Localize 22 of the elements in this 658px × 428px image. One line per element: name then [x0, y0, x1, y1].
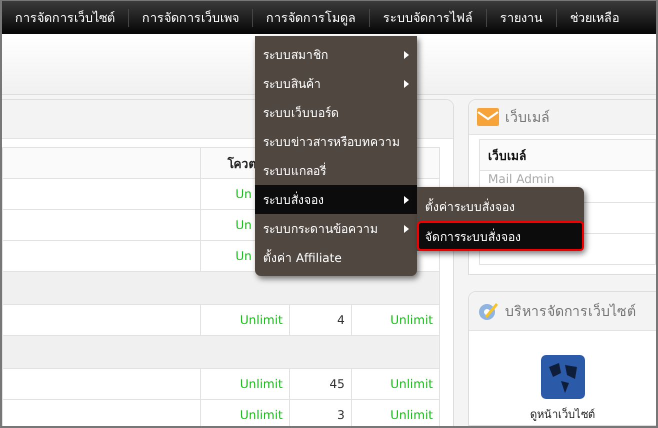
- menu-item[interactable]: ระบบสินค้า: [255, 69, 417, 98]
- globe-icon[interactable]: [540, 355, 584, 399]
- nav-item[interactable]: การจัดการเว็บไซต์: [2, 8, 128, 26]
- column-header: เว็บเมล์: [480, 140, 656, 170]
- panel-title: บริหารจัดการเว็บไซต์: [505, 302, 636, 322]
- nav-item[interactable]: ระบบจัดการไฟล์: [369, 8, 486, 26]
- table-cell: 45: [289, 368, 352, 400]
- table-cell: Unlimit: [200, 368, 290, 400]
- panel-title: เว็บเมล์: [505, 108, 550, 128]
- menu-item[interactable]: จัดการระบบสั่งจอง: [417, 221, 584, 251]
- nav-item[interactable]: ช่วยเหลือ: [556, 8, 633, 26]
- menu-item[interactable]: ระบบสั่งจอง: [255, 185, 417, 214]
- nav-item[interactable]: การจัดการโมดูล: [252, 8, 369, 26]
- menu-item[interactable]: ระบบสมาชิก: [255, 40, 417, 69]
- nav-item[interactable]: การจัดการเว็บเพจ: [128, 8, 252, 26]
- envelope-icon: [477, 108, 499, 126]
- column-header: โควต: [227, 156, 256, 172]
- table-cell: Unlimit: [351, 368, 440, 400]
- shortcut-label[interactable]: ดูหน้าเว็บไซต์: [530, 405, 595, 423]
- gear-pencil-icon: [477, 300, 499, 322]
- menu-item[interactable]: ระบบข่าวสารหรือบทความ: [255, 127, 417, 156]
- nav-item[interactable]: รายงาน: [486, 8, 556, 26]
